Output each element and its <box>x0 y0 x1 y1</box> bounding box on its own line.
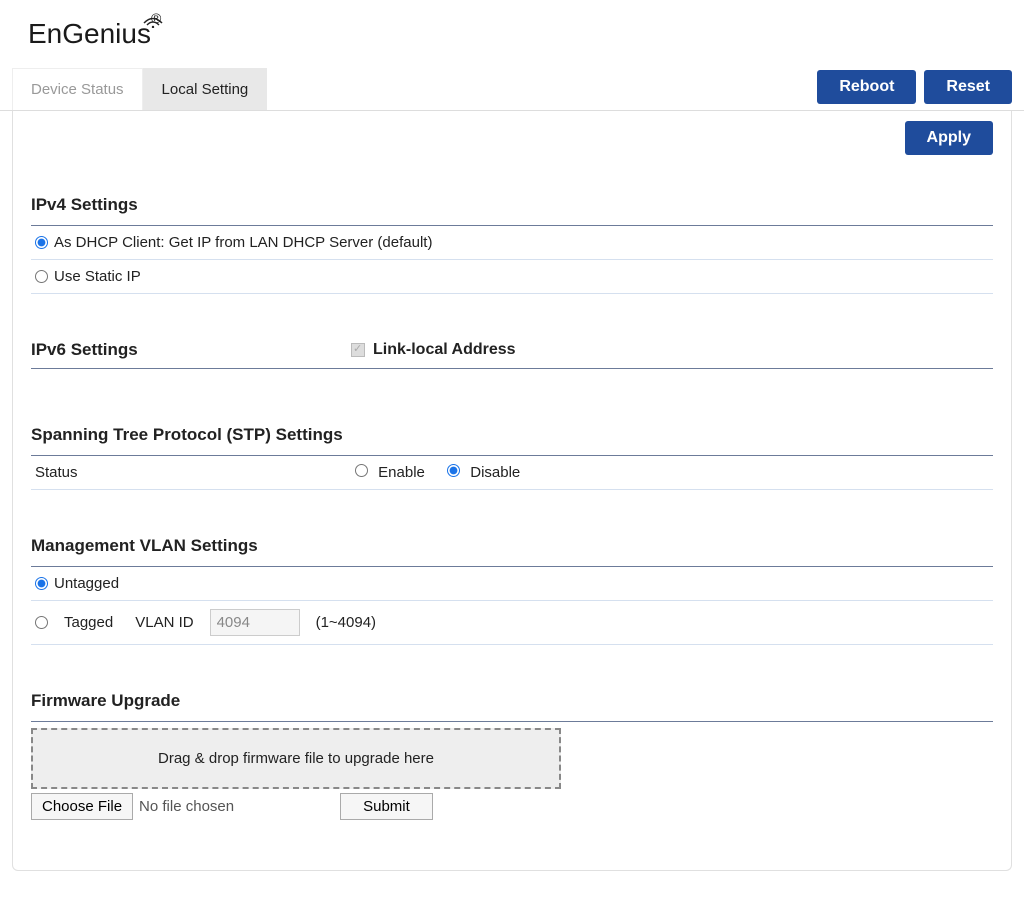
vlan-tagged-radio[interactable] <box>35 616 48 629</box>
vlan-tagged-label: Tagged <box>64 614 113 631</box>
vlan-range-hint: (1~4094) <box>316 614 376 631</box>
firmware-dropzone[interactable]: Drag & drop firmware file to upgrade her… <box>31 728 561 789</box>
top-bar: Device Status Local Setting Reboot Reset <box>0 68 1024 111</box>
file-chooser-row: Choose File No file chosen Submit <box>31 793 993 820</box>
stp-disable-label: Disable <box>470 464 520 481</box>
tab-device-status[interactable]: Device Status <box>12 68 143 110</box>
wifi-icon <box>142 12 164 28</box>
reset-button[interactable]: Reset <box>924 70 1012 104</box>
ipv4-static-label: Use Static IP <box>54 268 141 285</box>
vlan-untagged-label: Untagged <box>54 575 119 592</box>
settings-panel: Apply IPv4 Settings As DHCP Client: Get … <box>12 111 1012 871</box>
stp-enable-option: Enable <box>355 464 429 481</box>
ipv4-static-radio[interactable] <box>35 270 48 283</box>
ipv4-settings-title: IPv4 Settings <box>31 195 993 215</box>
stp-disable-option: Disable <box>447 464 520 481</box>
submit-button[interactable]: Submit <box>340 793 433 820</box>
stp-settings-title: Spanning Tree Protocol (STP) Settings <box>31 425 993 445</box>
firmware-upgrade-title: Firmware Upgrade <box>31 691 993 711</box>
top-actions: Reboot Reset <box>817 70 1012 110</box>
stp-status-label: Status <box>35 464 355 481</box>
stp-status-row: Status Enable Disable <box>31 456 993 490</box>
ipv4-static-row: Use Static IP <box>31 260 993 294</box>
apply-button[interactable]: Apply <box>905 121 993 155</box>
stp-enable-radio[interactable] <box>355 464 368 477</box>
logo-text: EnGenius <box>28 18 151 50</box>
reboot-button[interactable]: Reboot <box>817 70 916 104</box>
tabs-container: Device Status Local Setting <box>12 68 267 110</box>
stp-disable-radio[interactable] <box>447 464 460 477</box>
file-chosen-status: No file chosen <box>139 798 234 815</box>
vlan-id-label: VLAN ID <box>135 614 193 631</box>
vlan-untagged-row: Untagged <box>31 567 993 601</box>
brand-logo: EnGenius® <box>28 18 1024 50</box>
link-local-label: Link-local Address <box>373 341 516 359</box>
stp-enable-label: Enable <box>378 464 425 481</box>
vlan-untagged-radio[interactable] <box>35 577 48 590</box>
ipv4-dhcp-label: As DHCP Client: Get IP from LAN DHCP Ser… <box>54 234 432 251</box>
ipv4-dhcp-radio[interactable] <box>35 236 48 249</box>
ipv6-settings-title: IPv6 Settings <box>31 340 351 360</box>
ipv6-row: IPv6 Settings Link-local Address <box>31 340 993 368</box>
vlan-tagged-row: Tagged VLAN ID (1~4094) <box>31 601 993 645</box>
tab-local-setting[interactable]: Local Setting <box>143 68 268 110</box>
choose-file-button[interactable]: Choose File <box>31 793 133 820</box>
vlan-settings-title: Management VLAN Settings <box>31 536 993 556</box>
vlan-id-input[interactable] <box>210 609 300 636</box>
link-local-checkbox <box>351 343 365 357</box>
ipv4-dhcp-row: As DHCP Client: Get IP from LAN DHCP Ser… <box>31 226 993 260</box>
